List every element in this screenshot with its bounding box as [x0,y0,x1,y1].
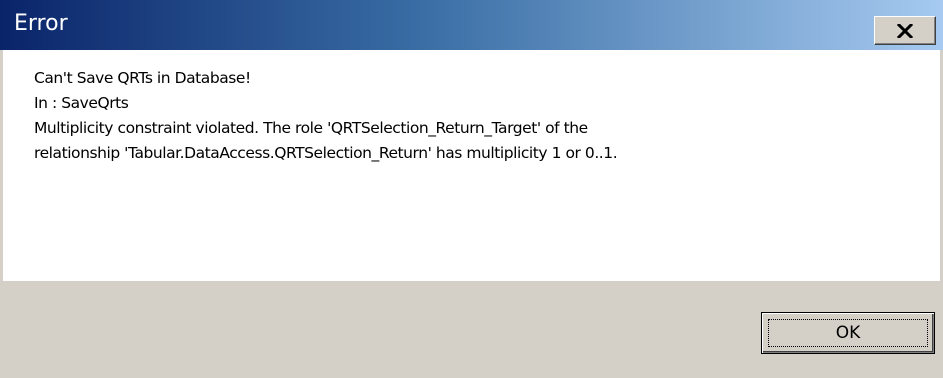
ok-button[interactable]: OK [761,312,935,354]
message-line: Can't Save QRTs in Database! [34,69,251,87]
error-dialog: Error Can't Save QRTs in Database! In : … [0,0,943,378]
message-line: relationship 'Tabular.DataAccess.QRTSele… [34,144,618,162]
message-line: In : SaveQrts [34,94,129,112]
error-message: Can't Save QRTs in Database! In : SaveQr… [34,66,618,166]
ok-button-label: OK [835,323,861,343]
window-title: Error [14,11,68,36]
close-icon [897,23,913,38]
message-line: Multiplicity constraint violated. The ro… [34,119,588,137]
title-bar[interactable]: Error [0,0,943,50]
close-button[interactable] [874,16,936,45]
